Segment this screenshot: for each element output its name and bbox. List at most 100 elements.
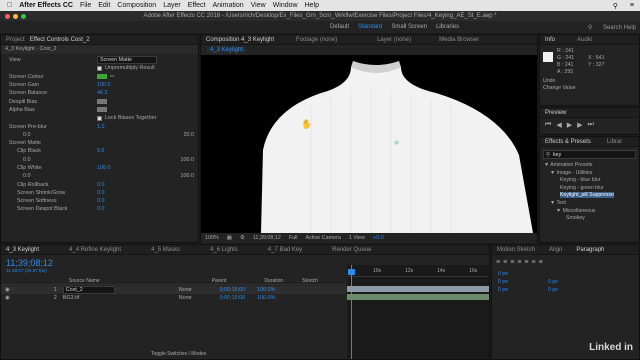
tab-4-6-lights[interactable]: 4_6 Lights [210,247,238,253]
last-frame-icon[interactable]: ⏭ [587,121,593,129]
time-ruler[interactable]: 10s 12s 14s 16s [347,265,489,277]
menu-animation[interactable]: Animation [213,2,244,9]
menu-icon[interactable]: ≡ [630,2,634,9]
tab-align[interactable]: Align [549,247,562,253]
tree-item[interactable]: Keying - green blur [544,185,639,193]
tab-layer[interactable]: Layer (none) [377,37,411,43]
workspace-default[interactable]: Default [330,24,349,30]
screen-colour-swatch[interactable] [97,74,107,80]
menu-app[interactable]: After Effects CC [19,2,73,9]
tab-footage[interactable]: Footage (none) [296,37,337,43]
screen-softness-value[interactable]: 0.0 [97,198,105,204]
justify-all-icon[interactable]: ≡ [539,259,543,266]
menu-composition[interactable]: Composition [117,2,156,9]
tree-item[interactable]: ▼ Miscellaneous [544,208,639,216]
zoom-select[interactable]: 100% [205,235,219,241]
effects-search-input[interactable]: key [553,152,561,158]
tree-item[interactable]: ▼ Animation Presets [544,162,639,170]
table-row[interactable]: ◉ 2 BG3.tif None 0;00;15;00 100.0% [1,294,346,302]
alpha-bias-swatch[interactable] [97,107,107,113]
view-layout-select[interactable]: 1 View [349,235,365,241]
viewer-timecode[interactable]: 11;39;08;12 [253,235,281,241]
comp-name-tab[interactable]: 4_3 Keylight [207,47,247,53]
tab-info[interactable]: Info [545,37,555,43]
layer-stretch[interactable]: 100.0% [257,295,275,301]
table-row[interactable]: ◉ 1 Cost_2 None 0;00;15;00 100.0% [1,286,346,294]
tab-4-3-keylight[interactable]: 4_3 Keylight [6,247,39,253]
menu-file[interactable]: File [80,2,91,9]
space-before[interactable]: 0 px [498,286,548,294]
justify-right-icon[interactable]: ≡ [531,259,535,266]
screen-balance-value[interactable]: 46.2 [97,90,108,96]
menu-window[interactable]: Window [273,2,298,9]
screen-despot-black-value[interactable]: 0.0 [97,206,105,212]
eye-icon[interactable]: ◉ [5,287,10,293]
tab-effects-presets[interactable]: Effects & Presets [545,139,591,145]
menu-layer[interactable]: Layer [163,2,181,9]
clip-white-value[interactable]: 100.0 [97,165,111,171]
tab-paragraph[interactable]: Paragraph [576,247,604,253]
minimize-button[interactable] [13,14,18,19]
clip-black-value[interactable]: 5.6 [97,148,105,154]
indent-right[interactable]: 0 px [548,278,598,286]
timeline-timecode[interactable]: 11;39;08;12 [6,258,53,268]
tree-item[interactable]: ▼ Image - Utilities [544,170,639,178]
workspace-standard[interactable]: Standard [358,24,382,30]
play-icon[interactable]: ▶ [567,121,572,129]
layer-duration[interactable]: 0;00;15;00 [220,295,245,301]
menu-effect[interactable]: Effect [188,2,206,9]
comp-viewport[interactable]: ⟡ ✋ [201,55,537,233]
tab-preview[interactable]: Preview [545,110,566,116]
tab-libraries[interactable]: Librar [607,139,622,145]
workspace-libraries[interactable]: Libraries [436,24,459,30]
eyedropper-icon[interactable]: ✏ [110,74,115,80]
tab-effect-controls[interactable]: Effect Controls Cost_2 [30,37,90,43]
resolution-select[interactable]: Full [289,235,298,241]
tree-item[interactable]: Keylight_pill Suppresso [544,192,639,200]
next-frame-icon[interactable]: ▶ [577,121,582,129]
tab-4-7-bad-key[interactable]: 4_7 Bad Key [268,247,302,253]
search-icon[interactable]: ⚲ [613,2,618,10]
tab-4-5-masks[interactable]: 4_5 Masks [151,247,180,253]
justify-center-icon[interactable]: ≡ [524,259,528,266]
screen-matte-label[interactable]: Screen Matte [9,140,97,146]
layer-parent[interactable]: None [179,287,192,293]
search-help-field[interactable]: Search Help [603,25,636,31]
toggle-switches-modes[interactable]: Toggle Switches / Modes [151,351,206,357]
camera-icon[interactable]: ⚙ [240,235,245,241]
tab-render-queue[interactable]: Render Queue [332,247,371,253]
indent-left[interactable]: 0 px [498,270,548,278]
screen-shrink-grow-value[interactable]: 0.0 [97,190,105,196]
menu-help[interactable]: Help [305,2,319,9]
tree-item[interactable]: ▼ Text [544,200,639,208]
menu-edit[interactable]: Edit [98,2,110,9]
layer-duration[interactable]: 0;00;15;00 [220,287,245,293]
first-frame-icon[interactable]: ⏮ [545,121,551,129]
screen-preblur-value[interactable]: 1.0 [97,124,105,130]
align-right-icon[interactable]: ≡ [510,259,514,266]
screen-gain-value[interactable]: 100.0 [97,82,111,88]
zoom-button[interactable] [21,14,26,19]
layer-name[interactable]: Cost_2 [62,286,115,294]
layer-parent[interactable]: None [179,295,192,301]
checkbox[interactable] [97,115,102,121]
tree-item[interactable]: Smokey [544,215,639,223]
tab-composition[interactable]: Composition 4_3 Keylight [206,37,274,43]
exposure-offset[interactable]: +0.0 [373,235,384,241]
close-button[interactable] [5,14,10,19]
eye-icon[interactable]: ◉ [5,295,10,301]
grid-icon[interactable]: ▦ [227,235,232,241]
tab-media-browser[interactable]: Media Browser [439,37,479,43]
indent-first[interactable]: 0 px [498,278,548,286]
playhead[interactable] [351,265,352,359]
justify-left-icon[interactable]: ≡ [517,259,521,266]
layer-bar[interactable] [347,286,489,292]
apple-icon[interactable]:  [7,2,12,9]
checkbox[interactable] [97,65,102,71]
despill-bias-swatch[interactable] [97,99,107,105]
space-after[interactable]: 0 px [548,286,598,294]
clip-rollback-value[interactable]: 0.0 [97,182,105,188]
layer-name[interactable]: BG3.tif [63,295,115,301]
tree-item[interactable]: Keying - blue blur [544,177,639,185]
tab-project[interactable]: Project [6,37,25,43]
